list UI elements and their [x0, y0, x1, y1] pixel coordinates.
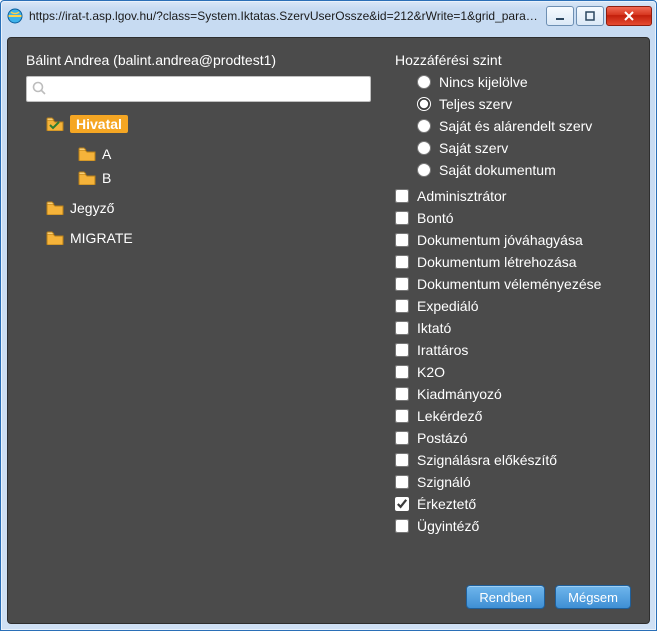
access-level-radio-group: Nincs kijelölve Teljes szerv Saját és alár… — [395, 72, 631, 180]
access-level-option[interactable]: Saját szerv — [417, 138, 631, 158]
access-level-radio-label: Saját és alárendelt szerv — [439, 118, 592, 134]
role-option[interactable]: K2O — [395, 362, 631, 382]
role-checkbox-label: K2O — [417, 364, 445, 380]
access-level-title: Hozzáférési szint — [395, 52, 631, 68]
role-checkbox[interactable] — [395, 387, 409, 401]
tree-item-label: Hivatal — [70, 115, 128, 133]
access-level-option[interactable]: Saját dokumentum — [417, 160, 631, 180]
access-level-radio[interactable] — [417, 97, 431, 111]
role-option[interactable]: Dokumentum véleményezése — [395, 274, 631, 294]
role-option[interactable]: Ügyintéző — [395, 516, 631, 536]
role-checkbox[interactable] — [395, 409, 409, 423]
role-checkbox[interactable] — [395, 453, 409, 467]
role-option[interactable]: Szignáló — [395, 472, 631, 492]
role-check-group: Adminisztrátor Bontó Dokumentum jóváhagyás… — [395, 186, 631, 536]
access-level-radio[interactable] — [417, 119, 431, 133]
role-checkbox-label: Bontó — [417, 210, 454, 226]
dialog-footer: Rendben Mégsem — [466, 585, 631, 609]
role-checkbox-label: Adminisztrátor — [417, 188, 506, 204]
user-display-name: Bálint Andrea (balint.andrea@prodtest1) — [26, 52, 371, 68]
access-level-radio[interactable] — [417, 75, 431, 89]
role-option[interactable]: Dokumentum létrehozása — [395, 252, 631, 272]
access-level-radio-label: Saját dokumentum — [439, 162, 556, 178]
role-checkbox[interactable] — [395, 475, 409, 489]
tree-item-label: Jegyző — [70, 200, 114, 216]
role-checkbox[interactable] — [395, 321, 409, 335]
window-buttons — [546, 6, 652, 26]
role-option[interactable]: Expediáló — [395, 296, 631, 316]
role-checkbox-label: Érkeztető — [417, 496, 476, 512]
role-option[interactable]: Szignálásra előkészítő — [395, 450, 631, 470]
role-option[interactable]: Iktató — [395, 318, 631, 338]
maximize-button[interactable] — [576, 6, 604, 26]
folder-icon — [78, 147, 96, 161]
org-tree: Hivatal A B Jegyző MIGRATE — [26, 112, 371, 250]
window-frame: https://irat-t.asp.lgov.hu/?class=System… — [0, 0, 657, 631]
role-checkbox[interactable] — [395, 233, 409, 247]
access-level-option[interactable]: Nincs kijelölve — [417, 72, 631, 92]
role-checkbox-label: Kiadmányozó — [417, 386, 502, 402]
role-checkbox[interactable] — [395, 211, 409, 225]
search-input[interactable] — [26, 76, 371, 102]
role-checkbox-label: Irattáros — [417, 342, 468, 358]
access-level-radio-label: Nincs kijelölve — [439, 74, 528, 90]
role-checkbox[interactable] — [395, 299, 409, 313]
tree-item[interactable]: B — [26, 166, 371, 190]
tree-item[interactable]: MIGRATE — [26, 226, 371, 250]
dialog-body: Bálint Andrea (balint.andrea@prodtest1) … — [7, 37, 650, 624]
role-checkbox-label: Dokumentum létrehozása — [417, 254, 577, 270]
access-level-radio[interactable] — [417, 141, 431, 155]
role-checkbox-label: Szignáló — [417, 474, 471, 490]
role-checkbox[interactable] — [395, 497, 409, 511]
role-checkbox-label: Szignálásra előkészítő — [417, 452, 557, 468]
role-checkbox-label: Iktató — [417, 320, 451, 336]
ok-button[interactable]: Rendben — [466, 585, 545, 609]
folder-icon — [46, 201, 64, 215]
access-level-radio[interactable] — [417, 163, 431, 177]
ie-icon — [7, 8, 23, 24]
titlebar: https://irat-t.asp.lgov.hu/?class=System… — [1, 1, 656, 31]
search-wrap — [26, 76, 371, 102]
role-option[interactable]: Bontó — [395, 208, 631, 228]
role-checkbox-label: Expediáló — [417, 298, 479, 314]
role-checkbox-label: Dokumentum jóváhagyása — [417, 232, 583, 248]
minimize-button[interactable] — [546, 6, 574, 26]
role-option[interactable]: Érkeztető — [395, 494, 631, 514]
window-url: https://irat-t.asp.lgov.hu/?class=System… — [29, 9, 546, 23]
access-level-option[interactable]: Saját és alárendelt szerv — [417, 116, 631, 136]
access-level-radio-label: Saját szerv — [439, 140, 508, 156]
tree-item[interactable]: A — [26, 142, 371, 166]
access-level-option[interactable]: Teljes szerv — [417, 94, 631, 114]
role-checkbox-label: Lekérdező — [417, 408, 482, 424]
access-level-radio-label: Teljes szerv — [439, 96, 512, 112]
role-checkbox[interactable] — [395, 365, 409, 379]
left-column: Bálint Andrea (balint.andrea@prodtest1) … — [26, 52, 371, 559]
tree-item[interactable]: Jegyző — [26, 196, 371, 220]
role-checkbox[interactable] — [395, 519, 409, 533]
role-checkbox[interactable] — [395, 189, 409, 203]
folder-icon — [46, 231, 64, 245]
role-option[interactable]: Adminisztrátor — [395, 186, 631, 206]
role-checkbox-label: Dokumentum véleményezése — [417, 276, 601, 292]
role-option[interactable]: Lekérdező — [395, 406, 631, 426]
role-checkbox[interactable] — [395, 343, 409, 357]
role-option[interactable]: Kiadmányozó — [395, 384, 631, 404]
tree-item-label: A — [102, 146, 111, 162]
role-checkbox[interactable] — [395, 431, 409, 445]
folder-icon — [78, 171, 96, 185]
role-option[interactable]: Dokumentum jóváhagyása — [395, 230, 631, 250]
role-checkbox-label: Postázó — [417, 430, 468, 446]
cancel-button[interactable]: Mégsem — [555, 585, 631, 609]
role-option[interactable]: Postázó — [395, 428, 631, 448]
close-button[interactable] — [606, 6, 652, 26]
role-checkbox-label: Ügyintéző — [417, 518, 479, 534]
role-option[interactable]: Irattáros — [395, 340, 631, 360]
right-column: Hozzáférési szint Nincs kijelölve Teljes … — [395, 52, 631, 559]
folder-check-icon — [46, 117, 64, 131]
tree-item[interactable]: Hivatal — [26, 112, 371, 136]
tree-item-label: B — [102, 170, 111, 186]
role-checkbox[interactable] — [395, 277, 409, 291]
tree-item-label: MIGRATE — [70, 230, 133, 246]
role-checkbox[interactable] — [395, 255, 409, 269]
